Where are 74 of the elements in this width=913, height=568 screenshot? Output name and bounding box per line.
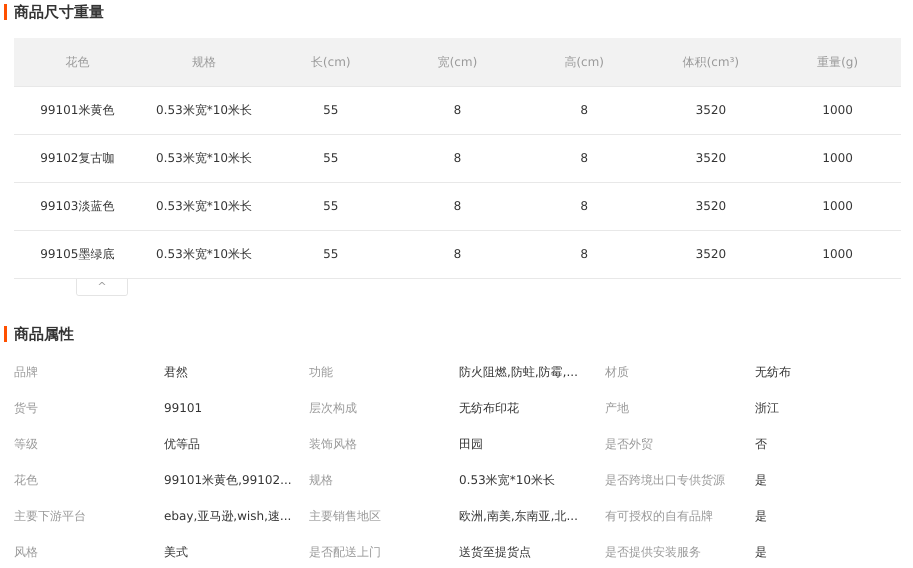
table-cell: 55 <box>267 86 394 134</box>
attribute-label: 装饰风格 <box>309 436 358 452</box>
attribute-label: 是否外贸 <box>605 436 654 452</box>
collapse-button[interactable]: ^ <box>76 278 128 296</box>
attribute-value: 99101 <box>164 400 204 416</box>
table-cell: 3520 <box>648 230 774 278</box>
attribute-value: 君然 <box>164 364 189 380</box>
table-cell: 0.53米宽*10米长 <box>140 182 268 230</box>
table-cell: 3520 <box>648 182 774 230</box>
table-cell: 1000 <box>774 230 901 278</box>
attribute-label: 规格 <box>309 472 334 488</box>
attribute-value: 浙江 <box>755 400 780 416</box>
table-cell: 99102复古咖 <box>14 134 141 182</box>
attribute-value: 无纺布 <box>755 364 792 380</box>
attribute-label: 主要销售地区 <box>309 508 382 524</box>
table-cell: 8 <box>394 86 521 134</box>
attribute-value: 欧洲,南美,东南亚,北... <box>459 508 579 524</box>
attribute-label: 有可授权的自有品牌 <box>605 508 714 524</box>
table-cell: 0.53米宽*10米长 <box>140 86 268 134</box>
table-cell: 8 <box>520 86 648 134</box>
table-cell: 99105墨绿底 <box>14 230 141 278</box>
attribute-label: 层次构成 <box>309 400 358 416</box>
table-cell: 3520 <box>648 86 774 134</box>
attribute-label: 材质 <box>605 364 630 380</box>
column-header: 宽(cm) <box>394 38 521 86</box>
table-cell: 0.53米宽*10米长 <box>140 230 268 278</box>
column-header: 规格 <box>140 38 268 86</box>
attribute-label: 主要下游平台 <box>14 508 87 524</box>
table-cell: 8 <box>394 182 521 230</box>
section-title: 商品尺寸重量 <box>4 4 104 20</box>
table-cell: 0.53米宽*10米长 <box>140 134 268 182</box>
attribute-label: 等级 <box>14 436 39 452</box>
attribute-label: 功能 <box>309 364 334 380</box>
table-cell: 55 <box>267 134 394 182</box>
attribute-value: 0.53米宽*10米长 <box>459 472 556 488</box>
attribute-value: 美式 <box>164 544 189 560</box>
table-cell: 1000 <box>774 134 901 182</box>
column-header: 长(cm) <box>267 38 394 86</box>
attribute-value: 无纺布印花 <box>459 400 520 416</box>
column-header: 重量(g) <box>774 38 901 86</box>
table-cell: 55 <box>267 230 394 278</box>
table-cell: 8 <box>520 182 648 230</box>
column-header: 高(cm) <box>520 38 648 86</box>
attribute-label: 是否提供安装服务 <box>605 544 702 560</box>
column-header: 花色 <box>14 38 141 86</box>
table-cell: 3520 <box>648 134 774 182</box>
attribute-value: 优等品 <box>164 436 201 452</box>
attribute-value: 送货至提货点 <box>459 544 532 560</box>
table-cell: 55 <box>267 182 394 230</box>
attribute-label: 是否配送上门 <box>309 544 382 560</box>
attribute-label: 风格 <box>14 544 39 560</box>
attribute-value: 是 <box>755 472 768 488</box>
attribute-label: 花色 <box>14 472 39 488</box>
table-cell: 8 <box>394 230 521 278</box>
attribute-label: 产地 <box>605 400 630 416</box>
attribute-value: 是 <box>755 508 768 524</box>
table-cell: 99101米黄色 <box>14 86 141 134</box>
attribute-label: 货号 <box>14 400 39 416</box>
section-title: 商品属性 <box>4 326 74 342</box>
attribute-label: 是否跨境出口专供货源 <box>605 472 726 488</box>
attribute-label: 品牌 <box>14 364 39 380</box>
attribute-value: 防火阻燃,防蛀,防霉,... <box>459 364 579 380</box>
attribute-value: ebay,亚马逊,wish,速... <box>164 508 292 524</box>
attribute-value: 是 <box>755 544 768 560</box>
column-header: 体积(cm³) <box>648 38 774 86</box>
table-cell: 1000 <box>774 182 901 230</box>
attribute-value: 田园 <box>459 436 484 452</box>
table-cell: 8 <box>520 230 648 278</box>
table-cell: 8 <box>520 134 648 182</box>
table-cell: 99103淡蓝色 <box>14 182 141 230</box>
table-cell: 1000 <box>774 86 901 134</box>
attribute-value: 99101米黄色,99102... <box>164 472 293 488</box>
attribute-value: 否 <box>755 436 768 452</box>
table-cell: 8 <box>394 134 521 182</box>
